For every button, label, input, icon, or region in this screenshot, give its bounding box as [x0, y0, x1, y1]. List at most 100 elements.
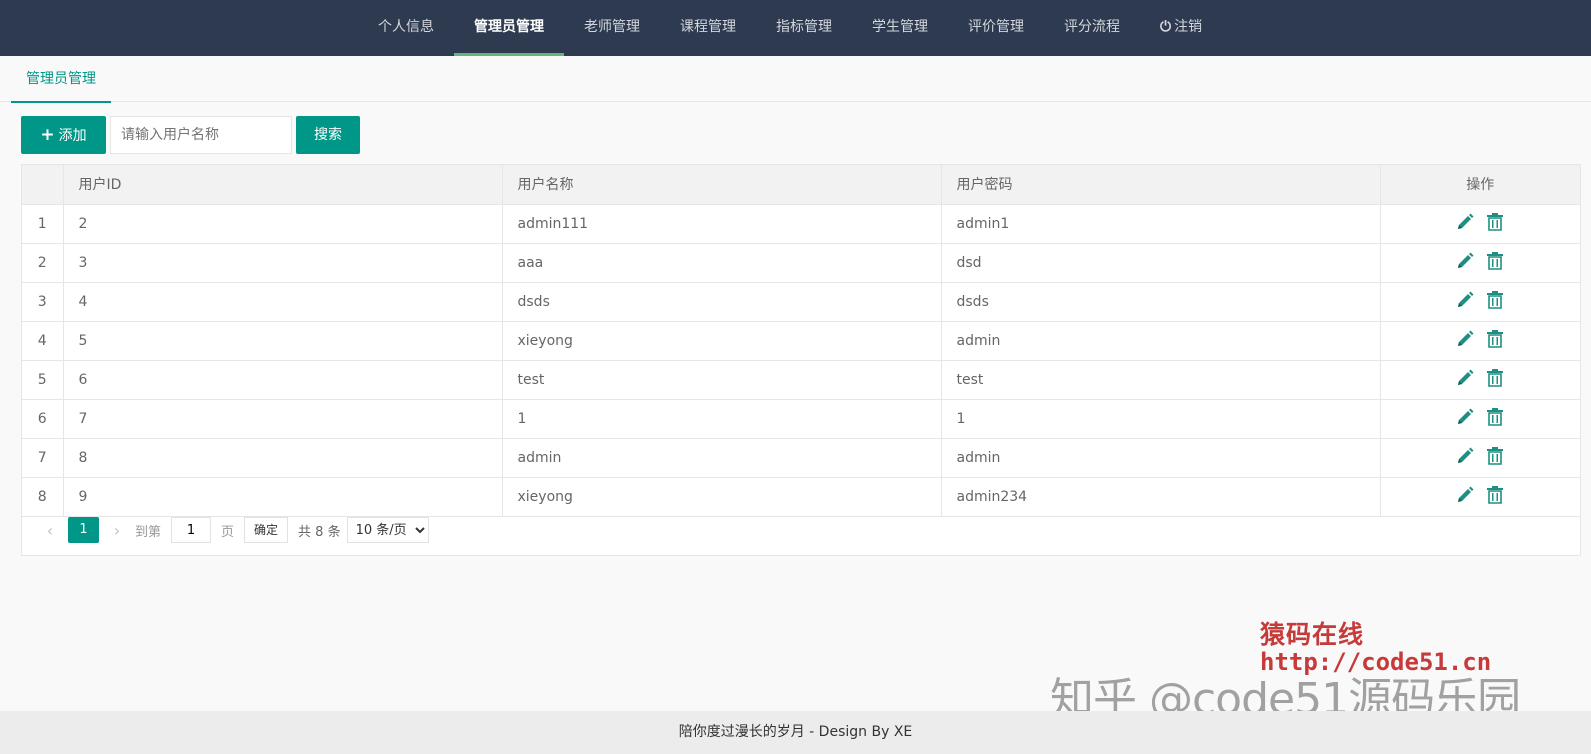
delete-icon[interactable]: [1485, 368, 1505, 388]
nav-item-personal-info[interactable]: 个人信息: [358, 0, 454, 56]
cell-user-password: admin234: [941, 477, 1381, 517]
column-header-user-password[interactable]: 用户密码: [941, 165, 1381, 205]
edit-icon[interactable]: [1455, 407, 1475, 427]
goto-page-input[interactable]: [171, 517, 212, 543]
cell-user-name: admin: [502, 438, 942, 478]
power-icon: ⏻: [1160, 19, 1172, 35]
cell-user-password: admin1: [941, 204, 1381, 244]
delete-icon[interactable]: [1485, 212, 1505, 232]
cell-user-id: 8: [63, 438, 503, 478]
delete-icon[interactable]: [1485, 290, 1505, 310]
search-input[interactable]: [110, 116, 292, 154]
cell-user-name: xieyong: [502, 477, 942, 517]
table-row[interactable]: 1 2 admin111 admin1: [22, 204, 1580, 244]
table-row[interactable]: 8 9 xieyong admin234: [22, 477, 1580, 517]
logout-button[interactable]: ⏻ 注销: [1140, 0, 1222, 56]
pagination: ‹ 1 › 到第 页 确定 共 8 条 10 条/页: [38, 515, 429, 545]
nav-item-indicator-management[interactable]: 指标管理: [756, 0, 852, 56]
cell-actions: [1380, 243, 1580, 283]
nav-item-student-management[interactable]: 学生管理: [852, 0, 948, 56]
goto-label: 到第: [135, 524, 162, 540]
cell-user-password: admin: [941, 321, 1381, 361]
column-header-actions: 操作: [1380, 165, 1580, 205]
cell-actions: [1380, 321, 1580, 361]
prev-page-button[interactable]: ‹: [38, 521, 62, 540]
row-index: 3: [22, 282, 64, 322]
logout-label: 注销: [1174, 19, 1203, 35]
row-index: 4: [22, 321, 64, 361]
table-row[interactable]: 3 4 dsds dsds: [22, 282, 1580, 322]
cell-user-id: 4: [63, 282, 503, 322]
nav-menu: 个人信息 管理员管理 老师管理 课程管理 指标管理 学生管理 评价管理 评分流程…: [358, 0, 1222, 56]
column-header-user-id[interactable]: 用户ID: [63, 165, 503, 205]
row-index: 1: [22, 204, 64, 244]
cell-user-name: xieyong: [502, 321, 942, 361]
cell-actions: [1380, 399, 1580, 439]
page-unit-label: 页: [221, 524, 235, 540]
nav-item-course-management[interactable]: 课程管理: [660, 0, 756, 56]
row-index: 6: [22, 399, 64, 439]
cell-user-id: 7: [63, 399, 503, 439]
delete-icon[interactable]: [1485, 329, 1505, 349]
cell-user-name: test: [502, 360, 942, 400]
edit-icon[interactable]: [1455, 446, 1475, 466]
cell-actions: [1380, 477, 1580, 517]
watermark-title: 猿码在线: [1260, 620, 1365, 649]
delete-icon[interactable]: [1485, 251, 1505, 271]
cell-user-password: dsd: [941, 243, 1381, 283]
column-header-index: [22, 165, 64, 205]
cell-actions: [1380, 282, 1580, 322]
edit-icon[interactable]: [1455, 212, 1475, 232]
cell-user-id: 3: [63, 243, 503, 283]
top-navbar: 个人信息 管理员管理 老师管理 课程管理 指标管理 学生管理 评价管理 评分流程…: [0, 0, 1591, 56]
row-index: 8: [22, 477, 64, 517]
delete-icon[interactable]: [1485, 407, 1505, 427]
cell-actions: [1380, 438, 1580, 478]
tab-bar: 管理员管理: [0, 56, 1591, 103]
cell-actions: [1380, 360, 1580, 400]
cell-user-id: 6: [63, 360, 503, 400]
delete-icon[interactable]: [1485, 485, 1505, 505]
nav-item-evaluation-management[interactable]: 评价管理: [948, 0, 1044, 56]
page-size-select[interactable]: 10 条/页: [346, 517, 429, 543]
table-row[interactable]: 6711: [22, 399, 1580, 439]
cell-user-password: dsds: [941, 282, 1381, 322]
add-button-label: 添加: [58, 128, 87, 144]
edit-icon[interactable]: [1455, 290, 1475, 310]
edit-icon[interactable]: [1455, 329, 1475, 349]
goto-confirm-button[interactable]: 确定: [244, 517, 289, 543]
search-button[interactable]: 搜索: [296, 116, 360, 154]
cell-actions: [1380, 204, 1580, 244]
total-count: 共 8 条: [298, 524, 341, 540]
edit-icon[interactable]: [1455, 485, 1475, 505]
cell-user-password: 1: [941, 399, 1381, 439]
column-header-user-name[interactable]: 用户名称: [502, 165, 942, 205]
table-row[interactable]: 7 8 admin admin: [22, 438, 1580, 478]
footer: 陪你度过漫长的岁月 - Design By XE: [0, 711, 1591, 754]
cell-user-name: admin111: [502, 204, 942, 244]
row-index: 5: [22, 360, 64, 400]
plus-icon: +: [40, 125, 55, 145]
cell-user-password: admin: [941, 438, 1381, 478]
nav-item-admin-management[interactable]: 管理员管理: [454, 0, 564, 56]
delete-icon[interactable]: [1485, 446, 1505, 466]
admin-table: 用户ID 用户名称 用户密码 操作 1 2 admin111 admin1 2 3 aaa d…: [21, 164, 1581, 556]
nav-item-teacher-management[interactable]: 老师管理: [564, 0, 660, 56]
next-page-button[interactable]: ›: [105, 521, 129, 540]
cell-user-name: dsds: [502, 282, 942, 322]
row-index: 7: [22, 438, 64, 478]
cell-user-name: 1: [502, 399, 942, 439]
row-index: 2: [22, 243, 64, 283]
current-page[interactable]: 1: [68, 517, 99, 543]
tab-admin-management[interactable]: 管理员管理: [11, 56, 111, 103]
nav-item-scoring-process[interactable]: 评分流程: [1044, 0, 1140, 56]
cell-user-name: aaa: [502, 243, 942, 283]
table-row[interactable]: 5 6 test test: [22, 360, 1580, 400]
table-row[interactable]: 4 5 xieyong admin: [22, 321, 1580, 361]
cell-user-password: test: [941, 360, 1381, 400]
add-button[interactable]: + 添加: [21, 116, 106, 154]
edit-icon[interactable]: [1455, 368, 1475, 388]
table-row[interactable]: 2 3 aaa dsd: [22, 243, 1580, 283]
cell-user-id: 9: [63, 477, 503, 517]
edit-icon[interactable]: [1455, 251, 1475, 271]
